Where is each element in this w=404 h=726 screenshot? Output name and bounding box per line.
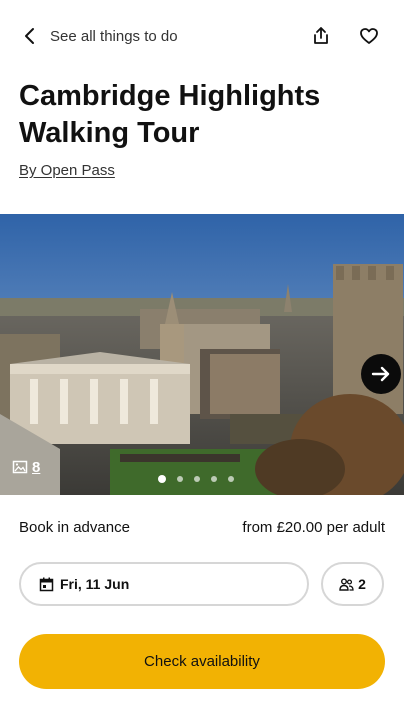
chevron-left-icon	[25, 28, 34, 44]
people-icon	[339, 578, 354, 591]
share-button[interactable]	[307, 22, 335, 50]
back-link-label: See all things to do	[50, 27, 178, 45]
guests-count: 2	[358, 576, 366, 592]
check-availability-button[interactable]: Check availability	[19, 634, 385, 689]
photo-count-badge[interactable]: 8	[12, 457, 40, 477]
arrow-right-icon	[371, 366, 390, 382]
gallery-pagination	[158, 475, 234, 483]
heart-icon	[360, 28, 378, 44]
page-title: Cambridge Highlights Walking Tour	[19, 80, 321, 149]
back-link[interactable]: See all things to do	[20, 24, 178, 48]
pagination-dot[interactable]	[177, 476, 183, 482]
top-bar: See all things to do	[0, 0, 404, 72]
pagination-dot[interactable]	[194, 476, 200, 482]
gallery-photo	[0, 214, 404, 495]
date-value: Fri, 11 Jun	[60, 576, 130, 592]
calendar-icon	[39, 577, 54, 591]
operator-link[interactable]: By Open Pass	[19, 162, 115, 179]
pagination-dot[interactable]	[211, 476, 217, 482]
photo-gallery[interactable]: 8	[0, 214, 404, 495]
photo-count-label: 8	[32, 458, 41, 476]
book-in-advance-label: Book in advance	[19, 519, 130, 536]
pagination-dot[interactable]	[158, 475, 166, 483]
next-photo-button[interactable]	[361, 354, 401, 394]
share-icon	[314, 27, 328, 44]
image-icon	[12, 460, 28, 474]
date-picker[interactable]: Fri, 11 Jun	[19, 562, 309, 606]
price-label: from £20.00 per adult	[242, 519, 385, 536]
save-favorite-button[interactable]	[355, 22, 383, 50]
pagination-dot[interactable]	[228, 476, 234, 482]
guests-picker[interactable]: 2	[321, 562, 384, 606]
